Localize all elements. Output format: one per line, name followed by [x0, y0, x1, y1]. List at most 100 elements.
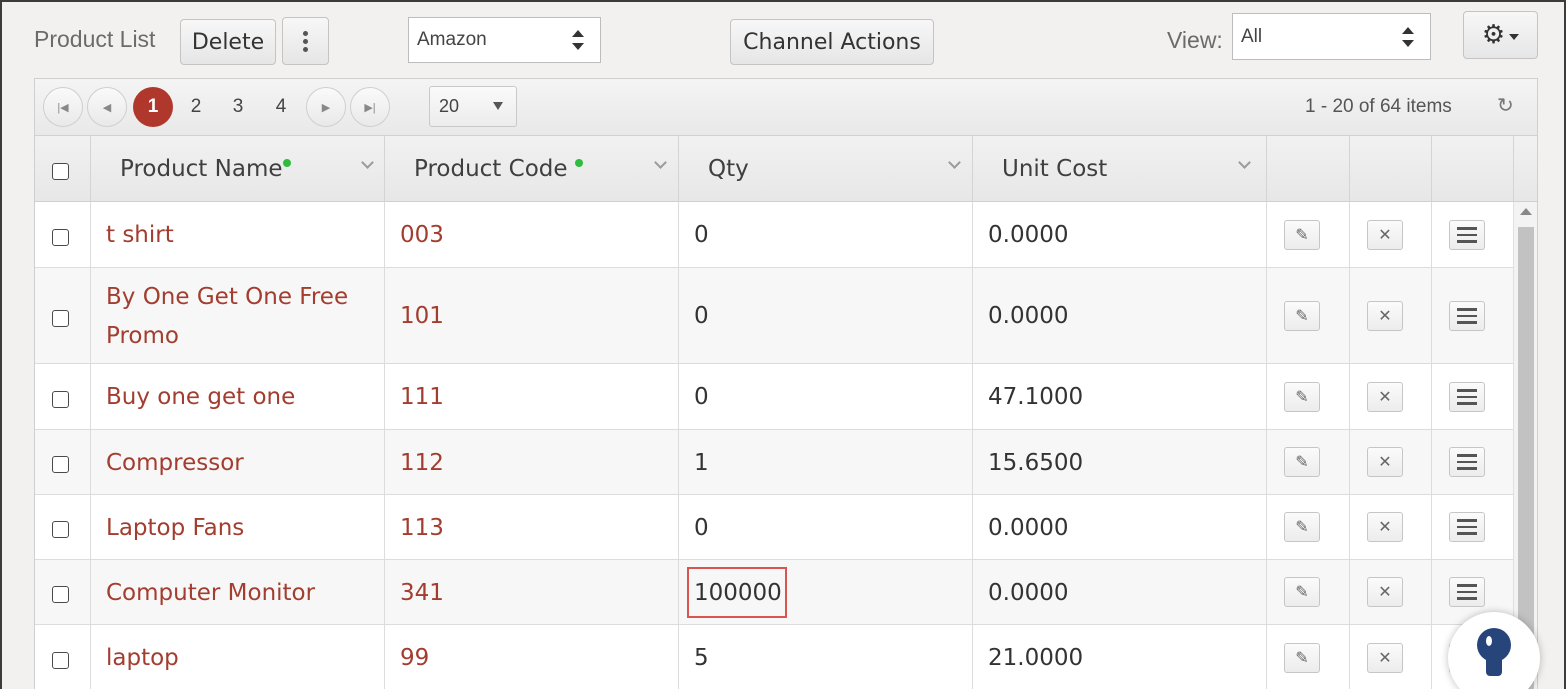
table-row: Compressor 112 1 15.6500 ✎ ✕ — [35, 430, 1513, 495]
row-menu-button[interactable] — [1449, 577, 1485, 607]
chevron-down-icon[interactable] — [361, 156, 374, 169]
row-menu-button[interactable] — [1449, 220, 1485, 250]
channel-select[interactable]: Amazon — [408, 17, 601, 63]
product-list-window: Product List Delete Amazon Channel Actio… — [0, 0, 1566, 689]
product-name-link[interactable]: By One Get One Free — [106, 284, 348, 310]
column-header-unit-cost[interactable]: Unit Cost — [972, 136, 1266, 202]
delete-row-button[interactable]: ✕ — [1367, 220, 1403, 250]
delete-row-button[interactable]: ✕ — [1367, 577, 1403, 607]
page-4-button[interactable]: 4 — [261, 87, 301, 127]
product-code-link[interactable]: 111 — [400, 384, 444, 410]
prev-page-button[interactable]: ◀ — [87, 87, 127, 127]
items-count: 1 - 20 of 64 items — [1305, 96, 1452, 117]
cell-product-name: By One Get One Free Promo — [90, 268, 384, 363]
product-name-link[interactable]: Buy one get one — [106, 384, 295, 410]
settings-menu-button[interactable]: ⚙ — [1463, 11, 1538, 59]
product-code-link[interactable]: 101 — [400, 303, 444, 329]
next-page-icon: ▶ — [321, 101, 331, 114]
edit-button[interactable]: ✎ — [1284, 301, 1320, 331]
product-code-link[interactable]: 112 — [400, 450, 444, 476]
row-checkbox[interactable] — [52, 652, 69, 669]
chevron-down-icon[interactable] — [654, 156, 667, 169]
highlight-box — [687, 567, 787, 618]
product-name-link[interactable]: Computer Monitor — [106, 580, 315, 606]
edit-button[interactable]: ✎ — [1284, 447, 1320, 477]
edit-button[interactable]: ✎ — [1284, 512, 1320, 542]
channel-actions-button[interactable]: Channel Actions — [730, 19, 934, 65]
page-size-select[interactable]: 20 — [429, 86, 517, 127]
product-code-link[interactable]: 113 — [400, 515, 444, 541]
row-checkbox[interactable] — [52, 310, 69, 327]
product-code-link[interactable]: 341 — [400, 580, 444, 606]
row-checkbox[interactable] — [52, 521, 69, 538]
table-row: Computer Monitor 341 100000 0.0000 ✎ ✕ — [35, 560, 1513, 625]
page-2-button[interactable]: 2 — [176, 87, 216, 127]
column-header-product-code[interactable]: Product Code — [384, 136, 678, 202]
next-page-button[interactable]: ▶ — [306, 87, 346, 127]
edit-button[interactable]: ✎ — [1284, 577, 1320, 607]
delete-row-button[interactable]: ✕ — [1367, 643, 1403, 673]
table-row: Buy one get one 111 0 47.1000 ✎ ✕ — [35, 364, 1513, 430]
delete-row-button[interactable]: ✕ — [1367, 447, 1403, 477]
delete-row-button[interactable]: ✕ — [1367, 301, 1403, 331]
page-1-button[interactable]: 1 — [133, 87, 173, 127]
cell-unit-cost: 0.0000 — [972, 560, 1266, 624]
product-name-link[interactable]: laptop — [106, 645, 179, 671]
last-page-button[interactable]: ▶| — [350, 87, 390, 127]
close-icon: ✕ — [1378, 519, 1392, 536]
delete-row-button[interactable]: ✕ — [1367, 512, 1403, 542]
qty-value: 0 — [694, 515, 709, 541]
page-3-button[interactable]: 3 — [218, 87, 258, 127]
product-name-link[interactable]: Laptop Fans — [106, 515, 244, 541]
cell-menu — [1431, 202, 1513, 267]
unit-cost-value: 0.0000 — [988, 580, 1069, 606]
cell-product-name: Computer Monitor — [90, 560, 384, 624]
hamburger-icon — [1457, 308, 1477, 324]
product-name-link[interactable]: Compressor — [106, 450, 244, 476]
first-page-button[interactable]: |◀ — [43, 87, 83, 127]
qty-value: 0 — [694, 303, 709, 329]
chevron-down-icon[interactable] — [1238, 156, 1251, 169]
caret-down-icon — [1509, 33, 1520, 40]
cell-unit-cost: 0.0000 — [972, 495, 1266, 559]
cell-qty: 0 — [678, 495, 972, 559]
unit-cost-value: 0.0000 — [988, 515, 1069, 541]
refresh-icon[interactable]: ↻ — [1497, 93, 1514, 118]
cell-product-name: laptop — [90, 625, 384, 689]
column-label: Product Name — [120, 156, 283, 182]
edit-button[interactable]: ✎ — [1284, 643, 1320, 673]
row-checkbox[interactable] — [52, 586, 69, 603]
vertical-scrollbar[interactable] — [1513, 202, 1537, 689]
column-header-product-name[interactable]: Product Name — [90, 136, 384, 202]
cell-product-code: 003 — [384, 202, 678, 267]
chevron-down-icon[interactable] — [948, 156, 961, 169]
row-checkbox[interactable] — [52, 229, 69, 246]
pencil-icon: ✎ — [1295, 519, 1309, 536]
product-code-link[interactable]: 99 — [400, 645, 429, 671]
edit-button[interactable]: ✎ — [1284, 382, 1320, 412]
row-checkbox[interactable] — [52, 456, 69, 473]
cell-delete: ✕ — [1349, 268, 1431, 363]
product-name-link[interactable]: t shirt — [106, 222, 174, 248]
scroll-up-arrow-icon[interactable] — [1520, 208, 1532, 215]
row-checkbox[interactable] — [52, 391, 69, 408]
product-name-link-cont[interactable]: Promo — [106, 323, 179, 349]
select-all-checkbox[interactable] — [52, 163, 69, 180]
unit-cost-value: 15.6500 — [988, 450, 1084, 476]
product-code-link[interactable]: 003 — [400, 222, 444, 248]
cell-unit-cost: 0.0000 — [972, 202, 1266, 267]
delete-row-button[interactable]: ✕ — [1367, 382, 1403, 412]
lightbulb-base — [1486, 658, 1502, 676]
lightbulb-icon — [1477, 628, 1511, 662]
column-header-edit — [1266, 136, 1349, 202]
more-options-button[interactable] — [282, 17, 329, 65]
row-menu-button[interactable] — [1449, 447, 1485, 477]
view-select[interactable]: All — [1232, 13, 1431, 60]
edit-button[interactable]: ✎ — [1284, 220, 1320, 250]
column-header-qty[interactable]: Qty — [678, 136, 972, 202]
row-menu-button[interactable] — [1449, 512, 1485, 542]
delete-button[interactable]: Delete — [180, 19, 276, 65]
row-menu-button[interactable] — [1449, 301, 1485, 331]
row-menu-button[interactable] — [1449, 382, 1485, 412]
cell-delete: ✕ — [1349, 625, 1431, 689]
